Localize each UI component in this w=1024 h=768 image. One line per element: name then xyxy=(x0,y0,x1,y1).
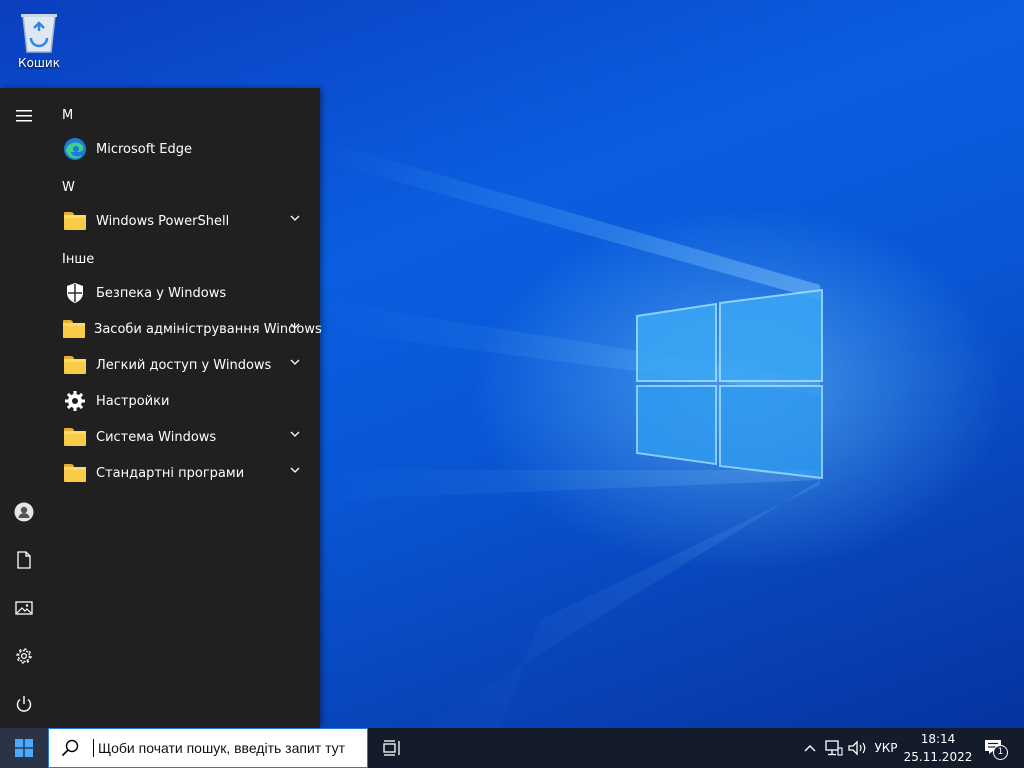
pictures-button[interactable] xyxy=(0,584,48,632)
show-hidden-icons-button[interactable] xyxy=(799,728,821,768)
search-placeholder: Щоби почати пошук, введіть запит тут xyxy=(98,740,346,756)
edge-icon xyxy=(63,137,87,161)
app-settings[interactable]: Настройки xyxy=(48,383,320,419)
hamburger-icon xyxy=(16,110,32,122)
clock-time: 18:14 xyxy=(920,732,956,746)
start-button[interactable] xyxy=(0,728,48,768)
app-microsoft-edge[interactable]: Microsoft Edge xyxy=(48,131,320,167)
app-label: Стандартні програми xyxy=(96,465,245,481)
recycle-bin-icon xyxy=(21,14,57,53)
notification-count-badge: 1 xyxy=(993,745,1008,760)
settings-icon xyxy=(16,648,32,664)
app-windows-system[interactable]: Система Windows xyxy=(48,419,320,455)
app-label: Microsoft Edge xyxy=(96,141,193,157)
section-header-m[interactable]: M xyxy=(62,108,73,123)
chevron-down-icon xyxy=(290,431,300,437)
chevron-down-icon xyxy=(290,215,300,221)
hamburger-button[interactable] xyxy=(0,92,48,140)
app-label: Безпека у Windows xyxy=(96,285,227,301)
app-windows-security[interactable]: Безпека у Windows xyxy=(48,275,320,311)
text-caret xyxy=(93,739,94,757)
app-label: Система Windows xyxy=(96,429,217,445)
app-windows-powershell[interactable]: Windows PowerShell xyxy=(48,203,320,239)
app-label: Засоби адміністрування Windows xyxy=(94,321,322,337)
folder-icon xyxy=(63,209,87,233)
section-header-other[interactable]: Інше xyxy=(62,252,94,267)
app-accessories[interactable]: Стандартні програми xyxy=(48,455,320,491)
windows-logo-icon xyxy=(15,739,33,757)
chevron-down-icon xyxy=(290,359,300,365)
recycle-bin[interactable]: Кошик xyxy=(10,6,68,70)
app-ease-of-access[interactable]: Легкий доступ у Windows xyxy=(48,347,320,383)
app-admin-tools[interactable]: Засоби адміністрування Windows xyxy=(48,311,322,347)
volume-button[interactable] xyxy=(846,728,870,768)
network-icon xyxy=(825,740,843,756)
start-menu: M Microsoft Edge W Windows PowerShell Ін… xyxy=(0,88,322,728)
network-button[interactable] xyxy=(822,728,846,768)
user-icon xyxy=(14,502,34,522)
app-label: Настройки xyxy=(96,393,170,409)
taskbar: Щоби почати пошук, введіть запит тут УКР… xyxy=(0,728,1024,768)
settings-rail-button[interactable] xyxy=(0,632,48,680)
power-icon xyxy=(16,696,32,712)
pictures-icon xyxy=(15,601,33,615)
app-list: M Microsoft Edge W Windows PowerShell Ін… xyxy=(48,88,322,728)
folder-icon xyxy=(63,353,87,377)
gear-icon xyxy=(63,389,87,413)
app-label: Легкий доступ у Windows xyxy=(96,357,272,373)
app-label: Windows PowerShell xyxy=(96,213,230,229)
power-button[interactable] xyxy=(0,680,48,728)
chevron-down-icon xyxy=(290,467,300,473)
language-indicator[interactable]: УКР xyxy=(871,728,901,768)
account-button[interactable] xyxy=(0,488,48,536)
start-rail xyxy=(0,88,48,728)
volume-icon xyxy=(848,740,866,756)
shield-icon xyxy=(63,281,87,305)
section-header-w[interactable]: W xyxy=(62,180,75,195)
folder-icon xyxy=(63,461,87,485)
documents-button[interactable] xyxy=(0,536,48,584)
chevron-down-icon xyxy=(290,323,300,329)
task-view-button[interactable] xyxy=(376,728,408,768)
clock-date: 25.11.2022 xyxy=(903,750,973,764)
search-box[interactable]: Щоби почати пошук, введіть запит тут xyxy=(48,728,368,768)
recycle-bin-label: Кошик xyxy=(18,56,60,70)
action-center-button[interactable]: 1 xyxy=(980,728,1008,768)
documents-icon xyxy=(17,551,31,569)
task-view-icon xyxy=(383,740,400,756)
chevron-up-icon xyxy=(804,745,816,752)
clock[interactable]: 18:14 25.11.2022 xyxy=(900,728,976,768)
search-icon xyxy=(61,739,79,757)
folder-icon xyxy=(63,317,85,341)
folder-icon xyxy=(63,425,87,449)
